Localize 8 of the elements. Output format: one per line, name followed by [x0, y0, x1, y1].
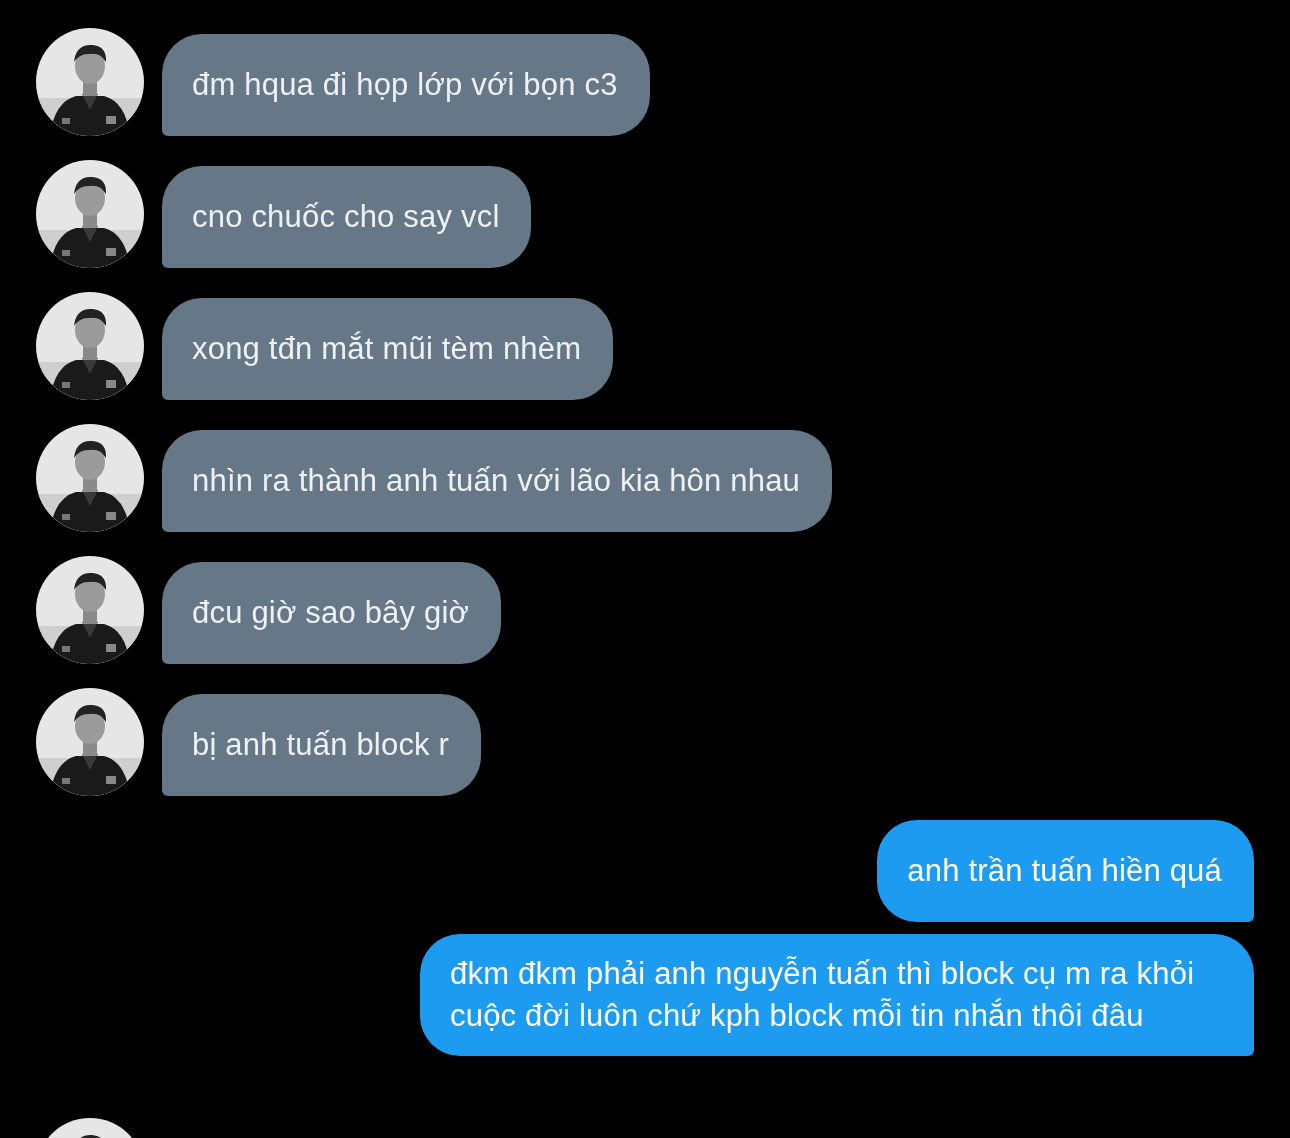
message-bubble: cno chuốc cho say vcl: [162, 166, 532, 268]
message-bubble: đm hqua đi họp lớp với bọn c3: [162, 34, 650, 136]
message-bubble: nhìn ra thành anh tuấn với lão kia hôn nhau: [162, 430, 833, 532]
message-bubble: anh trần tuấn hiền quá: [877, 820, 1254, 922]
message-bubble: bị anh tuấn block r: [162, 694, 482, 796]
message-bubble: đcu giờ sao bây giờ: [162, 562, 502, 664]
message-bubble: xong tđn mắt mũi tèm nhèm: [162, 298, 614, 400]
message-bubble: đkm đkm phải anh nguyễn tuấn thì block cụ m ra khỏi cuộc đời luôn chứ kph block mỗi tin nhắn thôi đâu: [420, 934, 1254, 1056]
